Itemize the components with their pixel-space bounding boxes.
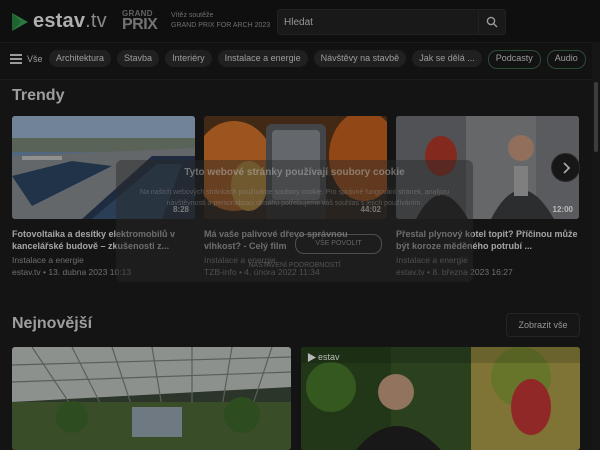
cookie-accept-button[interactable]: VŠE POVOLIT xyxy=(295,234,382,254)
cookie-text: Na našich webových stránkách používáme s… xyxy=(140,189,449,207)
page-scrollbar[interactable] xyxy=(592,42,600,450)
cookie-consent-dialog: Tyto webové stránky používají soubory co… xyxy=(116,160,473,282)
scrollbar-thumb[interactable] xyxy=(594,82,598,152)
cookie-settings-link[interactable]: NASTAVENÍ PODROBNOSTÍ xyxy=(116,262,473,269)
cookie-title: Tyto webové stránky používají soubory co… xyxy=(184,167,405,178)
